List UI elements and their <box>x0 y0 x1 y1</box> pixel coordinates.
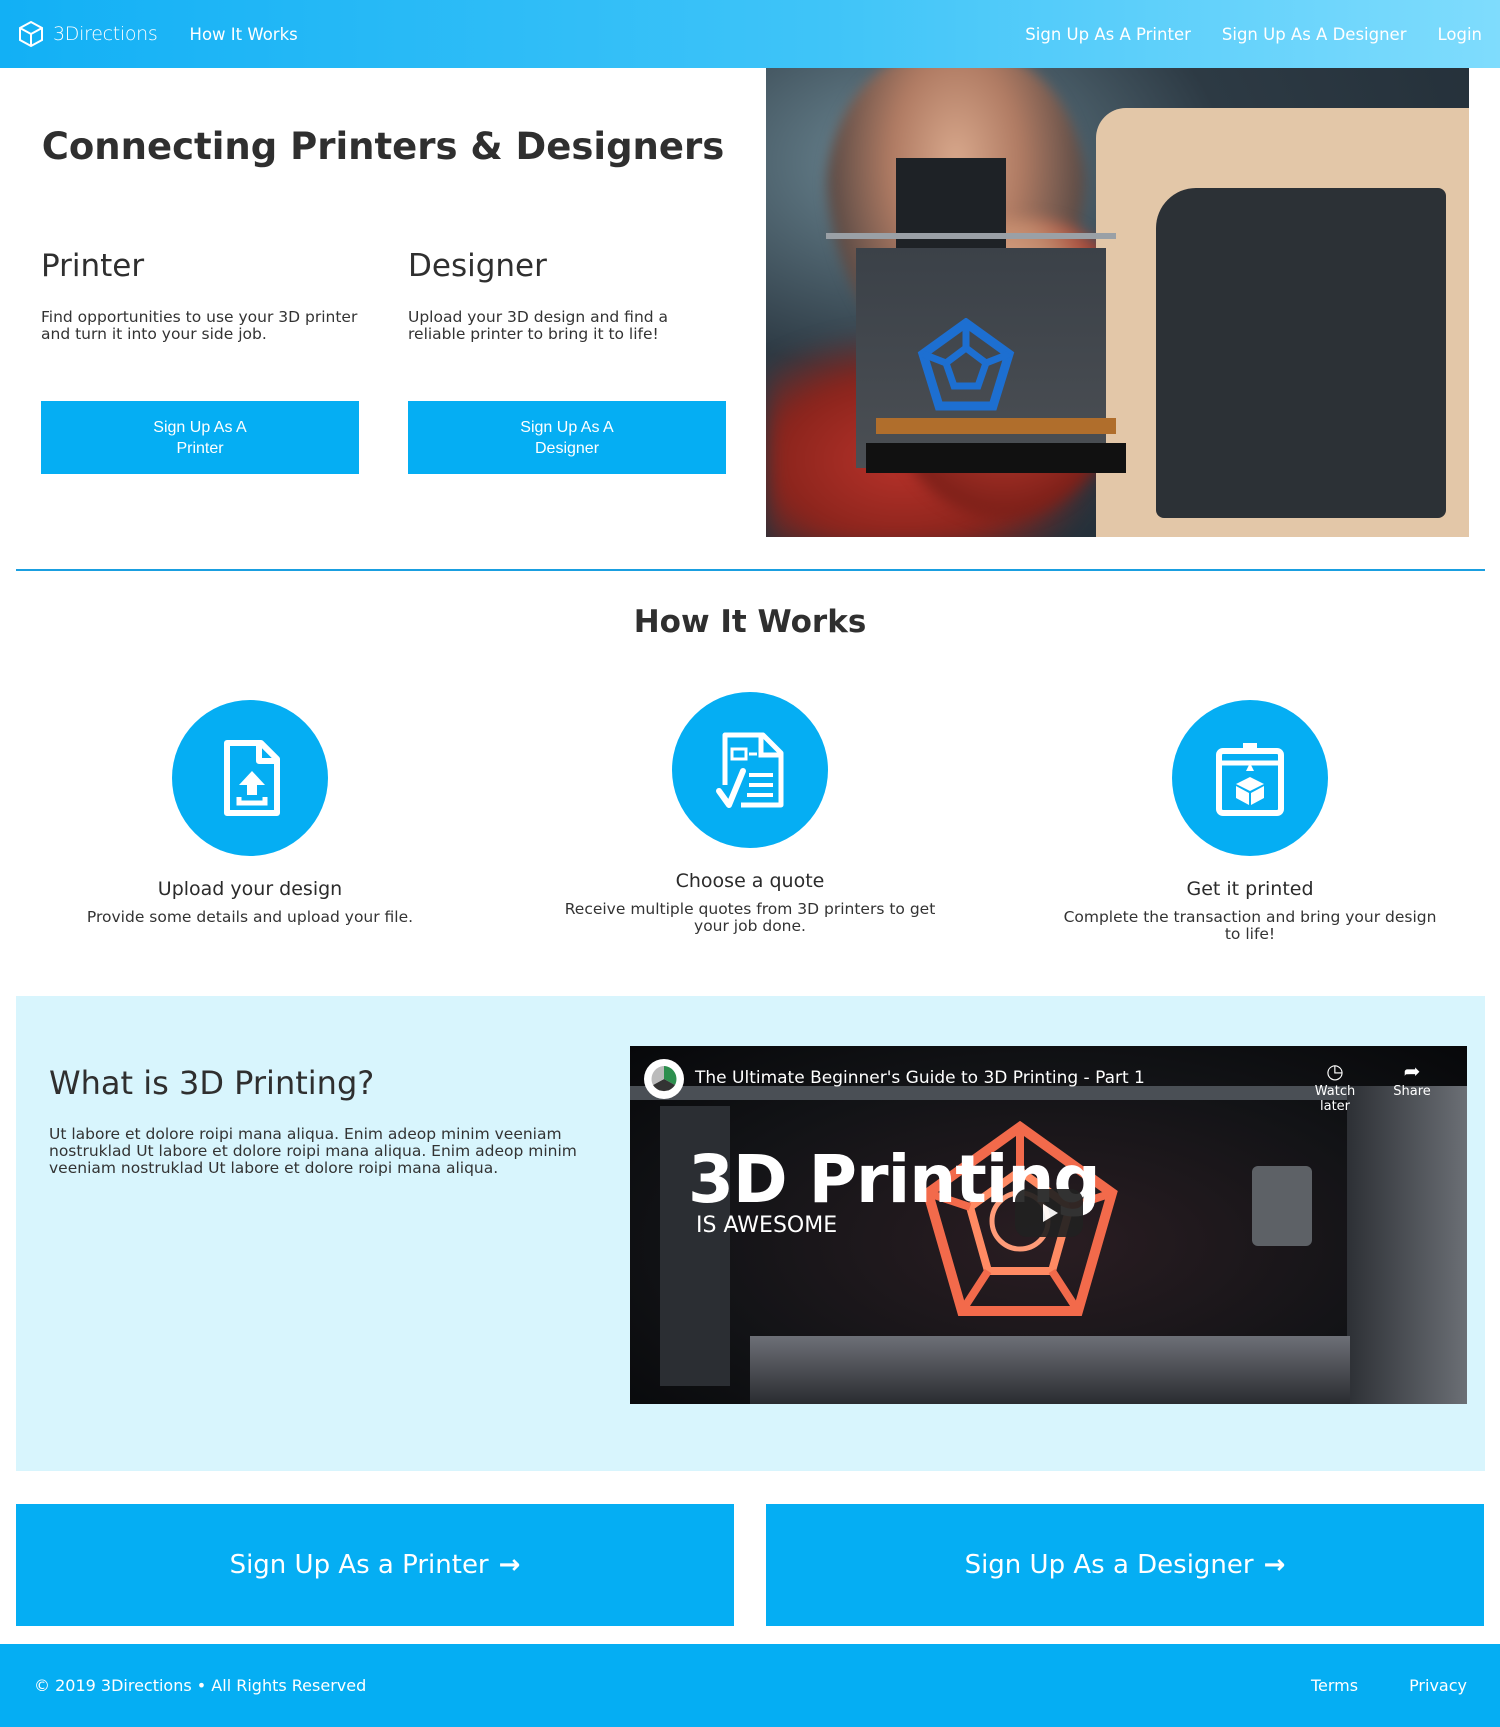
arrow-right-icon: → <box>498 1550 521 1580</box>
upload-file-icon <box>224 740 280 816</box>
brand-name: 3Directions <box>53 23 158 45</box>
hero-signup-printer-button[interactable]: Sign Up As A Printer <box>41 401 359 474</box>
nav-how-it-works[interactable]: How It Works <box>190 25 298 44</box>
photo-blue-dodecahedron <box>917 318 1015 411</box>
photo-printer-base <box>866 443 1126 473</box>
play-button[interactable] <box>1015 1189 1083 1237</box>
section-divider <box>16 569 1485 571</box>
brand[interactable]: 3Directions <box>17 20 158 48</box>
nav-signup-designer[interactable]: Sign Up As A Designer <box>1222 25 1407 44</box>
printer-heading: Printer <box>41 248 145 284</box>
footer-links: Terms Privacy <box>1260 1676 1467 1695</box>
clock-icon: ◷ <box>1326 1059 1344 1083</box>
step-upload-circle <box>172 700 328 856</box>
hero-title: Connecting Printers & Designers <box>41 125 725 168</box>
step-quote-text: Receive multiple quotes from 3D printers… <box>564 900 936 935</box>
how-it-works-title: How It Works <box>633 604 867 640</box>
video-thumbnail-subheadline: IS AWESOME <box>696 1213 838 1238</box>
video-printer-motor <box>1252 1166 1312 1246</box>
printer-description: Find opportunities to use your 3D printe… <box>41 308 358 343</box>
cta-signup-printer-button[interactable]: Sign Up As a Printer → <box>16 1504 734 1626</box>
play-icon <box>1043 1204 1058 1222</box>
share-button[interactable]: ➦ Share <box>1377 1058 1447 1099</box>
what-title: What is 3D Printing? <box>49 1064 375 1102</box>
3d-printer-icon <box>1216 743 1284 816</box>
step-printed-circle <box>1172 700 1328 856</box>
step-printed: Get it printed Complete the transaction … <box>1010 700 1490 943</box>
footer-copyright: © 2019 3Directions • All Rights Reserved <box>34 1676 367 1695</box>
designer-column: Designer Upload your 3D design and find … <box>408 248 726 343</box>
printer-column: Printer Find opportunities to use your 3… <box>41 248 359 343</box>
top-navbar: 3Directions How It Works Sign Up As A Pr… <box>0 0 1500 68</box>
step-upload-text: Provide some details and upload your fil… <box>86 908 414 926</box>
video-title[interactable]: The Ultimate Beginner's Guide to 3D Prin… <box>695 1068 1145 1088</box>
nav-right-links: Sign Up As A Printer Sign Up As A Design… <box>1025 0 1500 68</box>
nav-signup-printer[interactable]: Sign Up As A Printer <box>1025 25 1191 44</box>
footer-privacy-link[interactable]: Privacy <box>1409 1676 1467 1695</box>
photo-printer-rod <box>826 233 1116 239</box>
cta-signup-designer-button[interactable]: Sign Up As a Designer → <box>766 1504 1484 1626</box>
photo-printer-frame <box>1096 108 1469 537</box>
quote-document-icon <box>716 732 784 808</box>
photo-printer-bed <box>876 418 1116 434</box>
video-printer-bed <box>750 1336 1350 1404</box>
hero-signup-printer-label: Sign Up As A Printer <box>153 418 247 457</box>
step-printed-title: Get it printed <box>1186 878 1314 900</box>
step-printed-text: Complete the transaction and bring your … <box>1063 908 1437 943</box>
cta-signup-printer-label: Sign Up As a Printer <box>229 1550 489 1580</box>
step-quote-title: Choose a quote <box>675 870 825 892</box>
footer: © 2019 3Directions • All Rights Reserved… <box>0 1644 1500 1727</box>
step-quote: Choose a quote Receive multiple quotes f… <box>510 692 990 935</box>
step-upload: Upload your design Provide some details … <box>10 700 490 926</box>
nav-login[interactable]: Login <box>1437 25 1482 44</box>
share-label: Share <box>1393 1084 1431 1099</box>
cube-logo-icon <box>19 20 43 48</box>
photo-printer-window <box>1156 188 1446 518</box>
channel-logo-icon[interactable] <box>644 1059 684 1099</box>
watch-later-button[interactable]: ◷ Watch later <box>1300 1058 1370 1114</box>
watch-later-label: Watch later <box>1314 1084 1356 1114</box>
share-arrow-icon: ➦ <box>1403 1059 1421 1083</box>
video-player[interactable]: The Ultimate Beginner's Guide to 3D Prin… <box>630 1046 1467 1404</box>
hero-signup-designer-label: Sign Up As A Designer <box>520 418 614 457</box>
step-quote-circle <box>672 692 828 848</box>
cta-signup-designer-label: Sign Up As a Designer <box>964 1550 1254 1580</box>
hero-photo-3d-printer <box>766 68 1469 537</box>
hero-signup-designer-button[interactable]: Sign Up As A Designer <box>408 401 726 474</box>
designer-description: Upload your 3D design and find a reliabl… <box>408 308 669 343</box>
video-printer-right-post <box>1347 1086 1467 1404</box>
arrow-right-icon: → <box>1263 1550 1286 1580</box>
tricolor-logo-icon <box>651 1066 677 1092</box>
designer-heading: Designer <box>408 248 547 284</box>
footer-terms-link[interactable]: Terms <box>1311 1676 1358 1695</box>
what-description: Ut labore et dolore roipi mana aliqua. E… <box>49 1125 577 1177</box>
step-upload-title: Upload your design <box>157 878 343 900</box>
what-is-3d-printing-section: What is 3D Printing? Ut labore et dolore… <box>16 996 1485 1471</box>
